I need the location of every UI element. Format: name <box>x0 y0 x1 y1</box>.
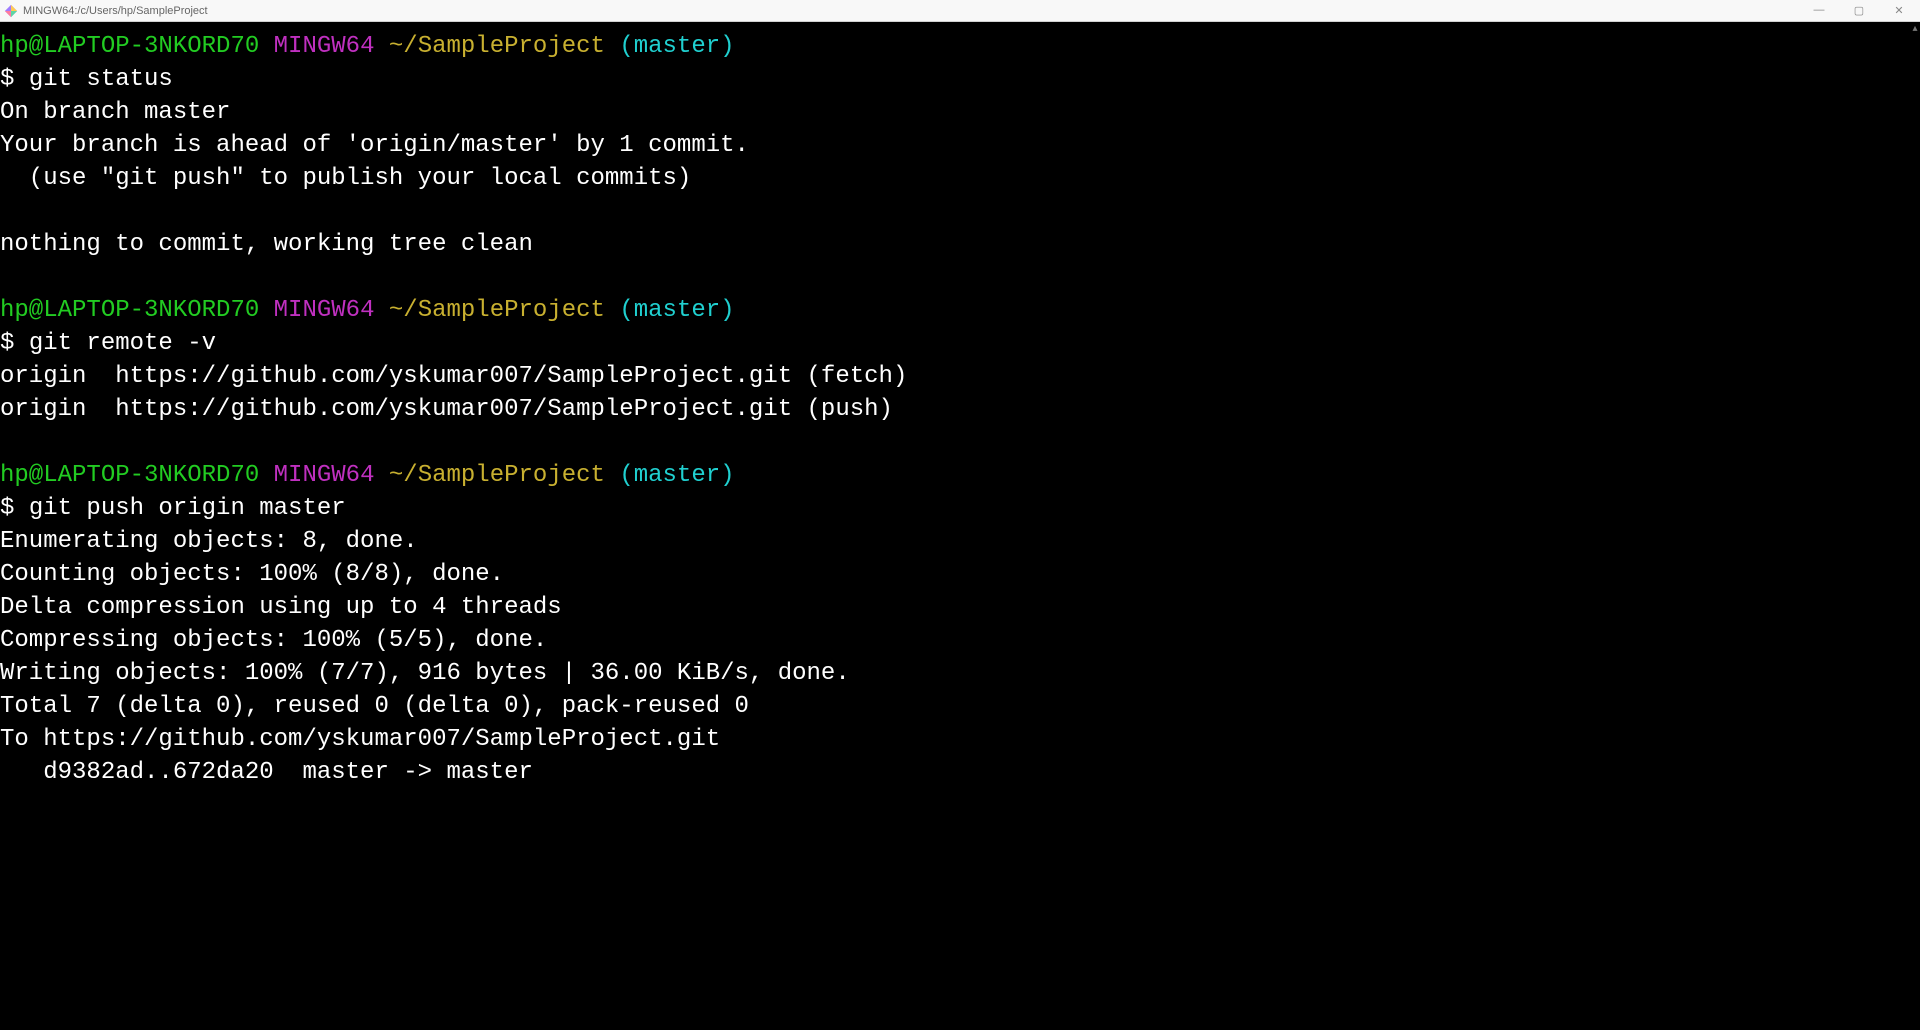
prompt-env: MINGW64 <box>274 33 375 60</box>
close-button[interactable]: ✕ <box>1888 4 1910 17</box>
window-titlebar: MINGW64:/c/Users/hp/SampleProject ― ▢ ✕ <box>0 0 1920 22</box>
prompt-sigil: $ <box>0 330 14 357</box>
minimize-button[interactable]: ― <box>1808 4 1830 17</box>
prompt-path: ~/SampleProject <box>389 462 605 489</box>
out-3-6: Total 7 (delta 0), reused 0 (delta 0), p… <box>0 693 749 720</box>
maximize-button[interactable]: ▢ <box>1848 4 1870 17</box>
prompt-branch: (master) <box>619 297 734 324</box>
window-title: MINGW64:/c/Users/hp/SampleProject <box>23 5 1808 17</box>
prompt-env: MINGW64 <box>274 297 375 324</box>
out-2-2: origin https://github.com/yskumar007/Sam… <box>0 396 893 423</box>
prompt-env: MINGW64 <box>274 462 375 489</box>
cmd-1: git status <box>29 66 173 93</box>
out-3-5: Writing objects: 100% (7/7), 916 bytes |… <box>0 660 850 687</box>
window-controls: ― ▢ ✕ <box>1808 4 1910 17</box>
out-3-2: Counting objects: 100% (8/8), done. <box>0 561 504 588</box>
out-3-8: d9382ad..672da20 master -> master <box>0 759 533 786</box>
out-1-3: (use "git push" to publish your local co… <box>0 165 691 192</box>
prompt-user-host: hp@LAPTOP-3NKORD70 <box>0 297 259 324</box>
out-3-3: Delta compression using up to 4 threads <box>0 594 562 621</box>
out-1-2: Your branch is ahead of 'origin/master' … <box>0 132 749 159</box>
prompt-user-host: hp@LAPTOP-3NKORD70 <box>0 462 259 489</box>
cmd-3: git push origin master <box>29 495 346 522</box>
app-icon <box>4 4 18 18</box>
prompt-user-host: hp@LAPTOP-3NKORD70 <box>0 33 259 60</box>
terminal-container: hp@LAPTOP-3NKORD70 MINGW64 ~/SampleProje… <box>0 22 1920 1030</box>
prompt-branch: (master) <box>619 33 734 60</box>
prompt-sigil: $ <box>0 495 14 522</box>
prompt-path: ~/SampleProject <box>389 297 605 324</box>
prompt-path: ~/SampleProject <box>389 33 605 60</box>
vertical-scrollbar[interactable]: ▴ <box>1910 22 1920 1030</box>
terminal-output[interactable]: hp@LAPTOP-3NKORD70 MINGW64 ~/SampleProje… <box>0 22 1910 1030</box>
out-3-4: Compressing objects: 100% (5/5), done. <box>0 627 547 654</box>
out-1-5: nothing to commit, working tree clean <box>0 231 533 258</box>
out-1-1: On branch master <box>0 99 230 126</box>
scrollbar-up-arrow-icon[interactable]: ▴ <box>1910 22 1920 36</box>
prompt-sigil: $ <box>0 66 14 93</box>
out-3-1: Enumerating objects: 8, done. <box>0 528 418 555</box>
cmd-2: git remote -v <box>29 330 216 357</box>
out-3-7: To https://github.com/yskumar007/SampleP… <box>0 726 720 753</box>
prompt-branch: (master) <box>619 462 734 489</box>
out-2-1: origin https://github.com/yskumar007/Sam… <box>0 363 907 390</box>
